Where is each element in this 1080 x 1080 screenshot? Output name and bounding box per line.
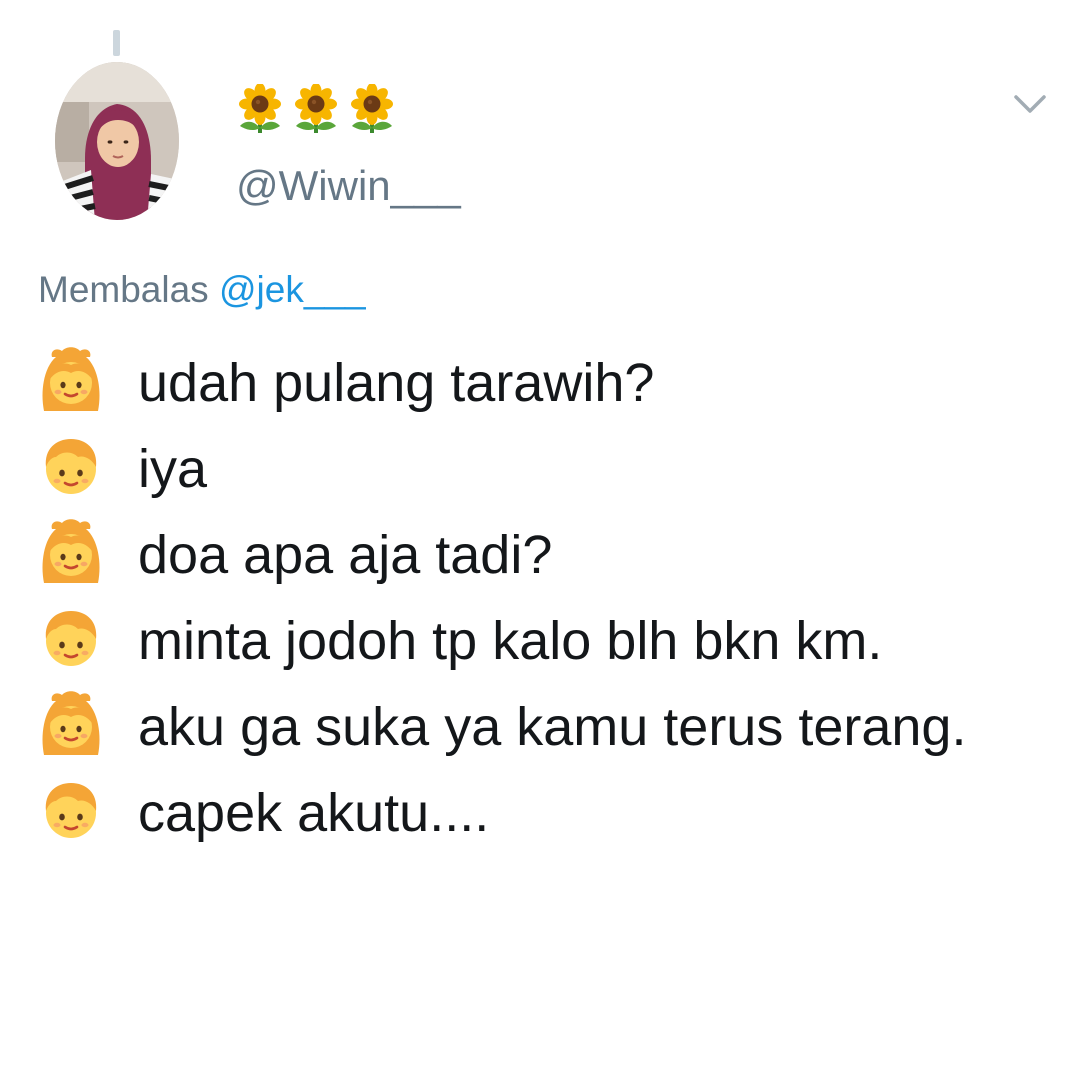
dialogue-line: aku ga suka ya kamu terus terang. (38, 684, 1048, 770)
sunflower-icon (292, 84, 340, 134)
display-name[interactable] (236, 84, 396, 134)
dialogue-text: aku ga suka ya kamu terus terang. (138, 697, 967, 757)
reply-mention-link[interactable]: @jek___ (219, 269, 366, 310)
dialogue-text: iya (138, 439, 208, 499)
boy-emoji-icon (38, 433, 104, 499)
dialogue-text: doa apa aja tadi? (138, 525, 553, 585)
dialogue-line: iya (38, 426, 1048, 512)
girl-emoji-icon (38, 347, 104, 413)
chevron-down-icon[interactable] (1012, 92, 1048, 116)
boy-emoji-icon (38, 777, 104, 843)
thread-connector-line (113, 30, 120, 56)
reply-context: Membalas @jek___ (38, 268, 366, 312)
dialogue-text: minta jodoh tp kalo blh bkn km. (138, 611, 883, 671)
reply-prefix: Membalas (38, 269, 209, 310)
dialogue-text: capek akutu.... (138, 783, 490, 843)
boy-emoji-icon (38, 605, 104, 671)
girl-emoji-icon (38, 691, 104, 757)
dialogue-line: doa apa aja tadi? (38, 512, 1048, 598)
dialogue-line: capek akutu.... (38, 770, 1048, 856)
girl-emoji-icon (38, 519, 104, 585)
sunflower-icon (236, 84, 284, 134)
dialogue-text: udah pulang tarawih? (138, 353, 655, 413)
tweet-text: udah pulang tarawih? iya doa apa aja tad… (38, 340, 1048, 856)
dialogue-line: minta jodoh tp kalo blh bkn km. (38, 598, 1048, 684)
dialogue-line: udah pulang tarawih? (38, 340, 1048, 426)
sunflower-icon (348, 84, 396, 134)
user-handle[interactable]: @Wiwin___ (236, 162, 461, 210)
avatar[interactable] (55, 62, 179, 220)
